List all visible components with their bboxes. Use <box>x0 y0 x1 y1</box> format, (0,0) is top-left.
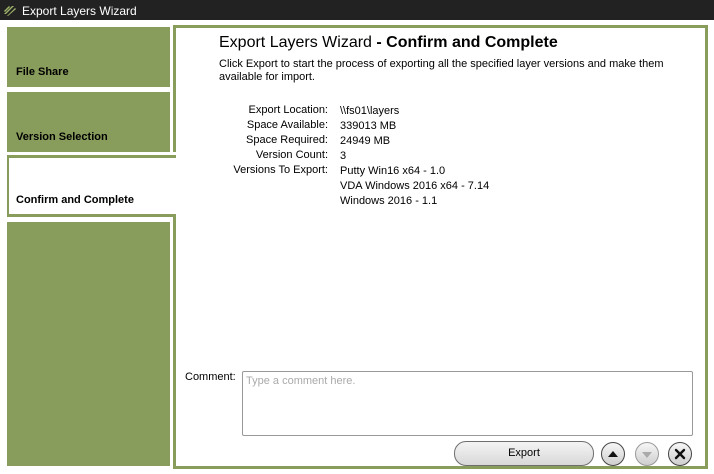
export-location-value: \\fs01\layers <box>340 105 400 117</box>
version-item: VDA Windows 2016 x64 - 7.14 <box>340 180 490 192</box>
wizard-frame: File Share Version Selection Confirm and… <box>0 20 714 474</box>
step-file-share[interactable]: File Share <box>7 27 170 87</box>
step-label: File Share <box>16 66 69 78</box>
app-logo-icon <box>4 6 16 16</box>
version-count-value: 3 <box>340 150 347 162</box>
step-label: Version Selection <box>16 131 108 143</box>
step-panel-filler <box>7 222 170 466</box>
step-confirm-and-complete[interactable]: Confirm and Complete <box>7 155 176 217</box>
page-description: Click Export to start the process of exp… <box>219 58 664 83</box>
export-location-label: Export Location: <box>248 104 329 116</box>
comment-input[interactable] <box>242 371 693 436</box>
page-title: Export Layers Wizard - Confirm and Compl… <box>219 34 558 52</box>
space-available-value: 339013 MB <box>340 120 397 132</box>
comment-label: Comment: <box>185 371 236 383</box>
export-button[interactable]: Export <box>454 441 594 466</box>
space-required-label: Space Required: <box>246 134 328 146</box>
step-version-selection[interactable]: Version Selection <box>7 92 170 152</box>
window-title: Export Layers Wizard <box>22 4 137 18</box>
space-required-value: 24949 MB <box>340 135 391 147</box>
page-title-prefix: Export Layers Wizard <box>219 34 372 51</box>
version-item: Putty Win16 x64 - 1.0 <box>340 165 446 177</box>
close-icon <box>674 448 686 460</box>
title-bar: Export Layers Wizard <box>0 0 714 20</box>
versions-to-export-label: Versions To Export: <box>233 164 328 176</box>
version-count-label: Version Count: <box>255 149 328 161</box>
space-available-label: Space Available: <box>246 119 328 131</box>
step-label: Confirm and Complete <box>16 194 134 206</box>
previous-step-button[interactable] <box>601 442 625 466</box>
arrow-up-icon <box>608 451 618 457</box>
panel-border <box>173 28 176 152</box>
panel-border <box>173 214 176 469</box>
arrow-down-icon <box>642 452 652 458</box>
version-item: Windows 2016 - 1.1 <box>340 195 438 207</box>
next-step-button[interactable] <box>635 442 659 466</box>
page-title-suffix: - Confirm and Complete <box>376 34 558 51</box>
content-panel: Export Layers Wizard - Confirm and Compl… <box>173 25 708 469</box>
close-button[interactable] <box>668 442 692 466</box>
